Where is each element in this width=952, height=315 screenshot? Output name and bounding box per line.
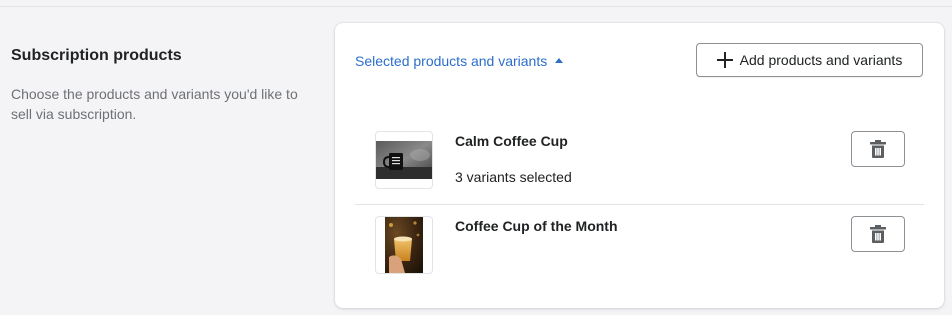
coffee-mug-photo — [376, 141, 432, 179]
selected-products-toggle-label: Selected products and variants — [355, 53, 548, 69]
caret-up-icon — [555, 58, 564, 63]
delete-product-button[interactable] — [851, 216, 905, 252]
plus-icon — [716, 52, 733, 68]
section-description: Subscription products Choose the product… — [11, 46, 311, 124]
product-name[interactable]: Coffee Cup of the Month — [455, 216, 618, 236]
section-help-text: Choose the products and variants you'd l… — [11, 86, 298, 122]
top-divider — [0, 6, 952, 7]
add-products-button[interactable]: Add products and variants — [696, 43, 923, 77]
product-row: Calm Coffee Cup 3 variants selected — [355, 120, 924, 205]
trash-icon — [870, 225, 886, 243]
selected-products-toggle[interactable]: Selected products and variants — [355, 52, 564, 70]
section-title: Subscription products — [11, 47, 182, 64]
product-name[interactable]: Calm Coffee Cup — [455, 131, 568, 151]
add-products-button-label: Add products and variants — [739, 52, 903, 68]
product-row: Coffee Cup of the Month — [355, 205, 924, 285]
product-thumbnail — [375, 131, 433, 189]
delete-product-button[interactable] — [851, 131, 905, 167]
product-thumbnail — [375, 216, 433, 274]
trash-icon — [870, 140, 886, 158]
subscription-products-card: Selected products and variants Add produ… — [335, 23, 944, 308]
variants-selected-text: 3 variants selected — [455, 169, 572, 185]
latte-glass-photo — [385, 217, 423, 273]
